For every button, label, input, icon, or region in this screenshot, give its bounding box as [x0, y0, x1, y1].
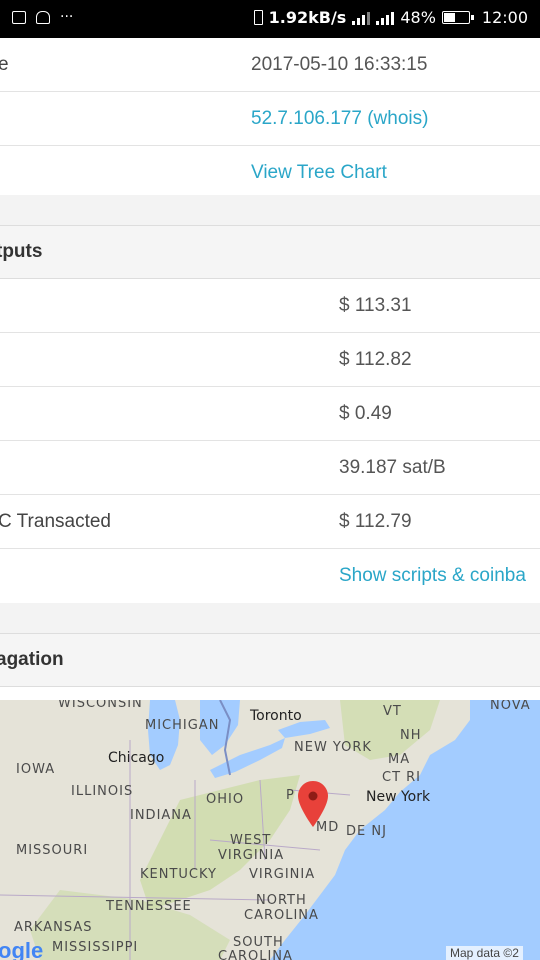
- network-speed: 1.92kB/s: [268, 8, 347, 27]
- map-label-north-carolina-1: NORTH: [256, 893, 307, 908]
- propagation-heading-text: agation: [0, 649, 64, 670]
- map-label-michigan: MICHIGAN: [145, 718, 220, 733]
- status-bar: ··· 1.92kB/s 48% 12:00: [0, 0, 540, 38]
- vibrate-icon: [253, 10, 263, 25]
- map-label-ct-ri: CT RI: [382, 770, 422, 785]
- output-value: $ 0.49: [339, 403, 392, 424]
- map-label-new-york-city: New York: [366, 789, 431, 805]
- map-label-kentucky: KENTUCKY: [140, 867, 217, 882]
- map-label-illinois: ILLINOIS: [71, 784, 134, 799]
- signal-icon: [352, 11, 371, 25]
- battery-level: [443, 13, 455, 22]
- propagation-spacer: [0, 687, 540, 700]
- google-logo: ogle: [0, 938, 44, 960]
- view-tree-chart-link[interactable]: View Tree Chart: [251, 162, 387, 184]
- outputs-panel: $ 113.31 $ 112.82 $ 0.49 39.187 sat/B C …: [0, 279, 540, 603]
- status-right: 1.92kB/s 48% 12:00: [253, 8, 528, 27]
- output-row: $ 113.31: [0, 279, 540, 333]
- detail-value: 2017-05-10 16:33:15: [251, 54, 428, 75]
- map-label-wisconsin: WISCONSIN: [58, 700, 143, 711]
- output-value: 39.187 sat/B: [339, 457, 446, 478]
- map-label-mississippi: MISSISSIPPI: [52, 940, 139, 955]
- output-value: $ 112.82: [339, 349, 412, 370]
- output-row: Show scripts & coinba: [0, 549, 540, 603]
- map-label-vt: VT: [383, 704, 402, 719]
- output-label: C Transacted: [0, 511, 111, 532]
- show-scripts-link[interactable]: Show scripts & coinba: [339, 565, 526, 587]
- propagation-map[interactable]: WISCONSIN MICHIGAN Toronto VT NOVA NH IO…: [0, 700, 540, 960]
- map-label-west-virginia-2: VIRGINIA: [218, 848, 285, 863]
- map-label-virginia: VIRGINIA: [249, 867, 316, 882]
- outputs-heading: tputs: [0, 225, 540, 279]
- map-label-north-carolina-2: CAROLINA: [244, 908, 319, 923]
- output-row: 39.187 sat/B: [0, 441, 540, 495]
- output-value: $ 113.31: [339, 295, 412, 316]
- map-label-chicago: Chicago: [108, 750, 165, 766]
- map-label-new-york-state: NEW YORK: [294, 740, 372, 755]
- output-value: $ 112.79: [339, 511, 412, 532]
- status-left: ···: [12, 9, 73, 25]
- map-label-arkansas: ARKANSAS: [14, 920, 93, 935]
- map-label-nh: NH: [400, 728, 422, 743]
- map-label-missouri: MISSOURI: [16, 843, 89, 858]
- map-label-toronto: Toronto: [250, 708, 302, 724]
- map-label-south-carolina-1: SOUTH: [233, 935, 284, 950]
- detail-row-received-time: e 2017-05-10 16:33:15: [0, 38, 540, 92]
- battery-percent: 48%: [400, 8, 436, 27]
- map-label-indiana: INDIANA: [130, 808, 192, 823]
- map-label-pa: P: [286, 788, 295, 803]
- output-row: $ 112.82: [0, 333, 540, 387]
- reader-icon: [36, 10, 50, 24]
- output-row: $ 0.49: [0, 387, 540, 441]
- clock: 12:00: [481, 8, 528, 27]
- detail-label: e: [0, 54, 9, 75]
- map-label-ohio: OHIO: [206, 792, 245, 807]
- details-panel: e 2017-05-10 16:33:15 52.7.106.177 (whoi…: [0, 38, 540, 195]
- outputs-heading-text: tputs: [0, 241, 43, 262]
- more-icon: ···: [60, 9, 74, 25]
- propagation-heading: agation: [0, 633, 540, 687]
- ip-whois-link[interactable]: 52.7.106.177 (whois): [251, 108, 428, 130]
- map-label-south-carolina-2: CAROLINA: [218, 949, 293, 960]
- map-attribution[interactable]: Map data ©2: [446, 946, 523, 960]
- detail-row-relayed-by: 52.7.106.177 (whois): [0, 92, 540, 146]
- map-label-de-nj: DE NJ: [346, 824, 387, 839]
- map-marker-icon[interactable]: [298, 781, 328, 827]
- image-icon: [12, 10, 26, 24]
- map-label-west-virginia-1: WEST: [230, 833, 272, 848]
- map-label-iowa: IOWA: [16, 762, 56, 777]
- signal-icon-2: [376, 11, 395, 25]
- detail-row-visualize: View Tree Chart: [0, 146, 540, 200]
- map-label-tennessee: TENNESSEE: [106, 899, 192, 914]
- map-label-nova: NOVA: [490, 700, 531, 713]
- battery-icon: [441, 11, 474, 24]
- map-label-ma: MA: [388, 752, 411, 767]
- output-row: C Transacted $ 112.79: [0, 495, 540, 549]
